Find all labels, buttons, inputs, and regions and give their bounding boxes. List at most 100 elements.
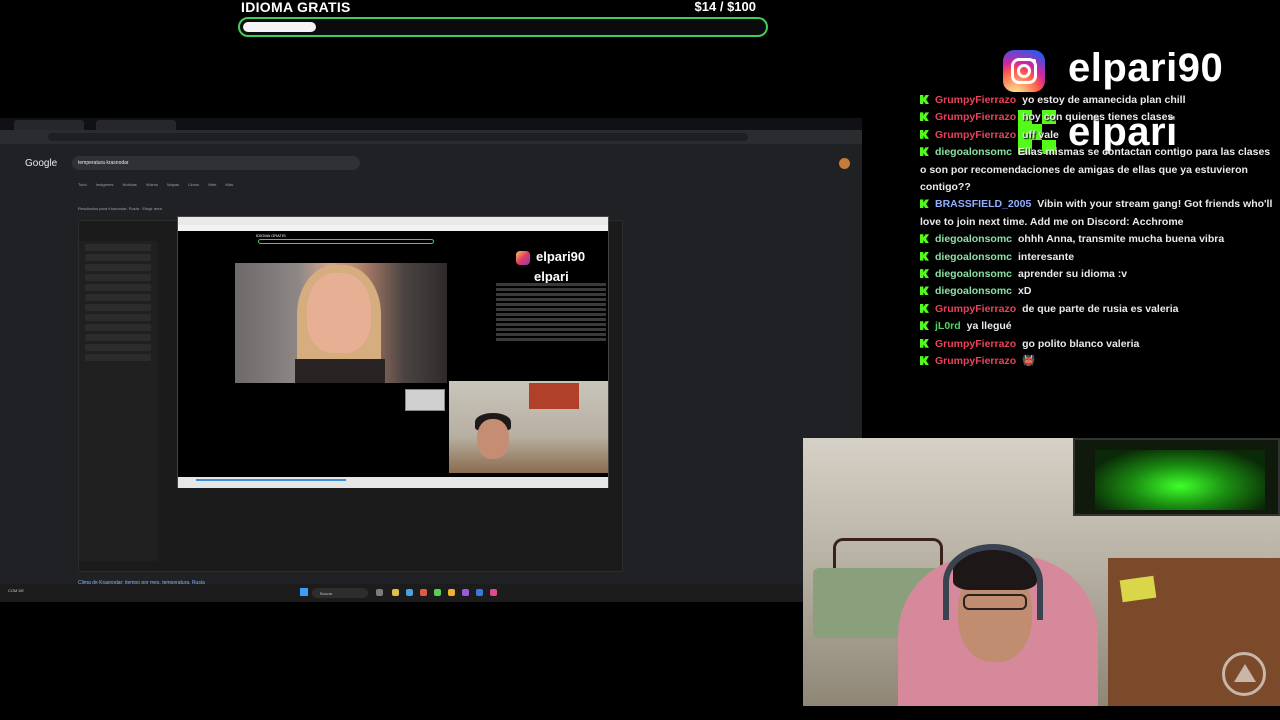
notebook [1119,575,1157,603]
nested-webcam-streamer [449,381,608,473]
chat-username[interactable]: diegoalonsomc [935,251,1012,263]
captured-screen: Google temperatura krasnodar Todo Imágen… [0,118,862,602]
chat-text: uff vale [1022,128,1059,141]
google-logo[interactable]: Google [25,158,57,169]
headset [943,544,1043,620]
chat-text: aprender su idioma :v [1018,268,1128,281]
kick-badge-icon [920,95,929,104]
explorer-sidebar [79,241,157,561]
instagram-handle: elpari90 [1068,46,1224,90]
results-note: Resultados para Krasnodar, Rusia · Elegi… [78,206,162,211]
chat-text: 👹 [1022,355,1036,368]
search-tab[interactable]: Videos [146,182,167,187]
chat-username[interactable]: GrumpyFierrazo [935,111,1016,123]
chat-message: BRASSFIELD_2005 Vibin with your stream ga… [920,196,1276,231]
taskbar-weather[interactable]: COM DE [8,588,24,593]
media-player-window: IDIOMA GRATIS elpari90 elpari [177,216,609,488]
avatar[interactable] [839,158,850,169]
taskbar-app-icon[interactable] [448,589,455,596]
search-tab[interactable]: Imágenes [96,182,123,187]
goal-amount: $14 / $100 [694,0,756,14]
taskbar-app-icon[interactable] [462,589,469,596]
kick-badge-icon [920,199,929,209]
start-button-icon[interactable] [300,588,308,596]
taskbar-app-icon[interactable] [490,589,497,596]
chat-text: yo estoy de amanecida plan chill [1022,94,1186,106]
chat-message: diegoalonsomc Ellas mismas se contactan c… [920,144,1276,196]
chat-message: diegoalonsomc aprender su idioma :v [920,266,1276,283]
google-search-input[interactable]: temperatura krasnodar [72,156,360,170]
url-field[interactable] [48,133,748,141]
chat-text: interesante [1018,250,1075,263]
player-video: IDIOMA GRATIS elpari90 elpari [178,231,608,477]
browser-tabstrip [0,118,862,130]
kick-badge-icon [920,129,929,139]
chat-message: diegoalonsomc interesante [920,249,1276,266]
chat-text: hoy con quienes tienes clases [1022,111,1174,124]
goal-progress-fill [243,22,316,32]
nested-goal-bar [258,239,434,244]
chat-message: diegoalonsomc ohhh Anna, transmite mucha … [920,231,1276,248]
nested-chat [496,281,606,343]
search-tab[interactable]: Web [208,182,225,187]
chat-username[interactable]: GrumpyFierrazo [935,303,1016,315]
player-title-bar [178,217,608,225]
chat-message: jL0rd ya llegué [920,318,1276,335]
nested-thumbnail [405,389,445,411]
search-tab[interactable]: Todo [78,182,96,187]
chat-username[interactable]: diegoalonsomc [935,268,1012,280]
chat-username[interactable]: jL0rd [935,320,961,332]
chat-username[interactable]: GrumpyFierrazo [935,94,1016,106]
kick-badge-icon [920,234,929,244]
watermark-icon [1222,652,1266,696]
kick-badge-icon [920,286,929,296]
chat-message: GrumpyFierrazo uff vale [920,127,1276,144]
chat-text: de que parte de rusia es valeria [1022,302,1179,315]
kick-badge-icon [920,321,929,331]
search-tab[interactable]: Más [226,182,234,187]
search-tab[interactable]: Libros [188,182,208,187]
kick-badge-icon [920,338,929,348]
goal-progress-bar [238,17,768,37]
windows-taskbar: COM DE Buscar [0,584,862,602]
kick-badge-icon [920,251,929,261]
chat-text: xD [1018,285,1032,298]
search-tab[interactable]: Mapas [167,182,188,187]
browser-tab[interactable] [14,120,84,130]
taskbar-app-icon[interactable] [434,589,441,596]
donation-goal: IDIOMA GRATIS $14 / $100 [238,0,768,38]
chat-feed: GrumpyFierrazo yo estoy de amanecida plan… [920,92,1276,371]
taskbar-app-icon[interactable] [476,589,483,596]
kick-badge-icon [920,303,929,313]
taskbar-search[interactable]: Buscar [312,588,368,598]
chat-username[interactable]: diegoalonsomc [935,233,1012,245]
background-tv [1073,438,1280,516]
chat-message: diegoalonsomc xD [920,283,1276,300]
chat-username[interactable]: diegoalonsomc [935,146,1012,158]
kick-badge-icon [920,269,929,279]
taskbar-app-icon[interactable] [392,589,399,596]
chat-username[interactable]: GrumpyFierrazo [935,355,1016,367]
taskbar-app-icon[interactable] [376,589,383,596]
chat-username[interactable]: GrumpyFierrazo [935,338,1016,350]
chat-username[interactable]: diegoalonsomc [935,285,1012,297]
goal-title: IDIOMA GRATIS [241,0,351,15]
taskbar-app-icon[interactable] [406,589,413,596]
chat-username[interactable]: BRASSFIELD_2005 [935,198,1031,210]
chat-message: GrumpyFierrazo 👹 [920,353,1276,370]
chat-message: GrumpyFierrazo hoy con quienes tienes cla… [920,109,1276,126]
nested-instagram-icon [516,251,530,265]
kick-badge-icon [920,147,929,157]
taskbar-app-icon[interactable] [420,589,427,596]
search-tab[interactable]: Noticias [122,182,145,187]
chat-username[interactable]: GrumpyFierrazo [935,129,1016,141]
chat-text: ohhh Anna, transmite mucha buena vibra [1018,233,1225,246]
browser-tab[interactable] [96,120,176,130]
player-seek-bar[interactable] [178,477,608,488]
chat-text: go polito blanco valeria [1022,337,1140,350]
kick-badge-icon [920,112,929,122]
nested-instagram-handle: elpari90 [536,249,586,264]
chat-message: GrumpyFierrazo go polito blanco valeria [920,336,1276,353]
instagram-icon [1003,50,1045,92]
kick-badge-icon [920,356,929,366]
